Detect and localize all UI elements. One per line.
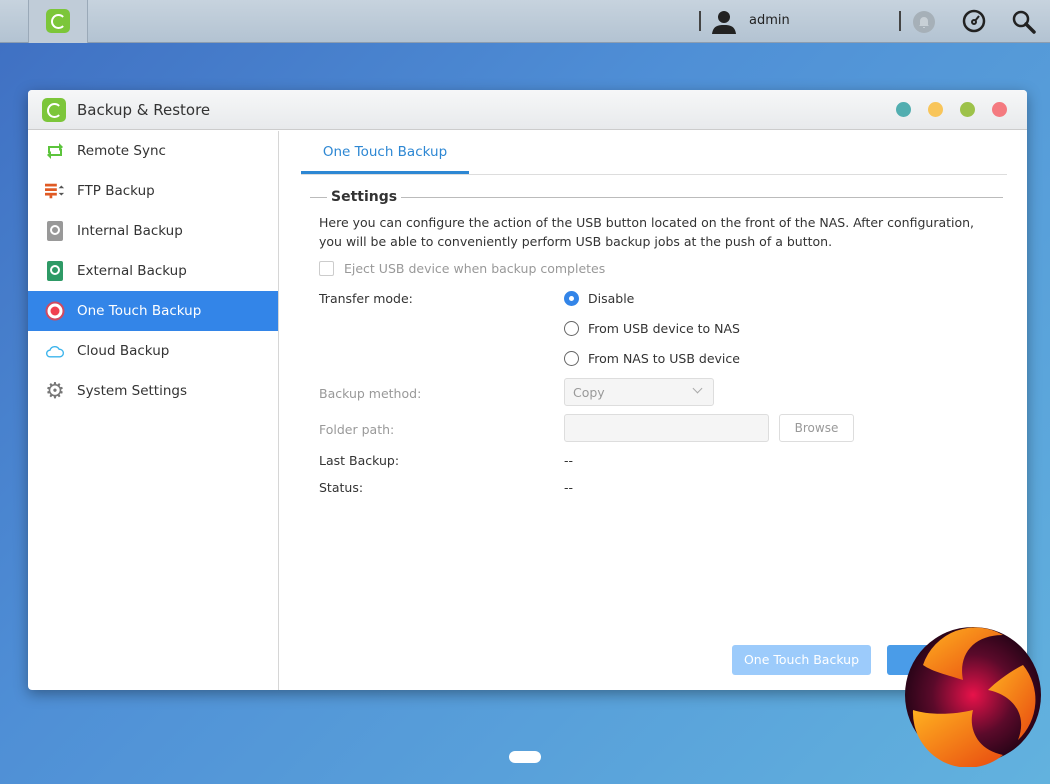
search-icon[interactable] xyxy=(1011,9,1037,35)
browse-button[interactable]: Browse xyxy=(779,414,854,442)
sidebar-item-label: Internal Backup xyxy=(77,223,183,239)
radio-label: From USB device to NAS xyxy=(588,321,740,336)
section-title: Settings xyxy=(327,189,402,205)
backup-method-select[interactable]: Copy xyxy=(564,378,714,406)
radio-label: Disable xyxy=(588,291,635,306)
divider xyxy=(699,11,701,31)
last-backup-label: Last Backup: xyxy=(319,453,400,468)
minimize-button[interactable] xyxy=(896,102,911,117)
folder-path-label: Folder path: xyxy=(319,422,395,437)
transfer-mode-label: Transfer mode: xyxy=(319,291,413,306)
backup-method-label: Backup method: xyxy=(319,386,422,401)
dashboard-icon[interactable] xyxy=(962,9,986,33)
checkbox-label: Eject USB device when backup completes xyxy=(344,261,606,276)
chevron-down-icon xyxy=(692,383,703,394)
radio-button[interactable] xyxy=(564,291,579,306)
last-backup-value: -- xyxy=(564,453,574,468)
window-title: Backup & Restore xyxy=(77,101,211,119)
app-icon xyxy=(46,9,70,33)
main-panel: One Touch Backup Settings Here you can c… xyxy=(280,131,1027,690)
app-icon xyxy=(42,98,66,122)
gear-icon: ⚙ xyxy=(45,378,65,404)
maximize-button[interactable] xyxy=(928,102,943,117)
select-value: Copy xyxy=(573,385,605,400)
sidebar-item-cloud-backup[interactable]: Cloud Backup xyxy=(28,331,278,371)
one-touch-backup-button[interactable]: One Touch Backup xyxy=(732,645,871,675)
bell-icon[interactable] xyxy=(912,10,936,34)
settings-description: Here you can configure the action of the… xyxy=(319,215,975,249)
radio-button[interactable] xyxy=(564,351,579,366)
eject-usb-checkbox[interactable]: Eject USB device when backup completes xyxy=(319,261,605,276)
internal-disk-icon xyxy=(45,221,65,241)
watermark-logo xyxy=(905,627,1041,767)
folder-path-input[interactable] xyxy=(564,414,769,442)
status-label: Status: xyxy=(319,480,364,495)
top-taskbar: admin xyxy=(0,0,1050,43)
sidebar-item-label: FTP Backup xyxy=(77,183,155,199)
sidebar-item-label: System Settings xyxy=(77,383,188,399)
sidebar-item-label: External Backup xyxy=(77,263,187,279)
sync-icon xyxy=(45,141,65,161)
checkbox-box[interactable] xyxy=(319,261,334,276)
taskbar-app-backup-restore[interactable] xyxy=(28,0,88,43)
sidebar-item-external-backup[interactable]: External Backup xyxy=(28,251,278,291)
divider xyxy=(899,11,901,31)
sidebar-item-system-settings[interactable]: ⚙ System Settings xyxy=(28,371,278,411)
sidebar: Remote Sync FTP Backup Internal Backup E… xyxy=(28,131,279,690)
status-value: -- xyxy=(564,480,574,495)
tab-one-touch-backup[interactable]: One Touch Backup xyxy=(301,131,469,174)
sidebar-item-label: Remote Sync xyxy=(77,143,166,159)
window-titlebar[interactable]: Backup & Restore xyxy=(28,90,1027,130)
radio-nas-to-usb[interactable]: From NAS to USB device xyxy=(564,351,740,366)
sidebar-item-ftp-backup[interactable]: FTP Backup xyxy=(28,171,278,211)
radio-label: From NAS to USB device xyxy=(588,351,740,366)
radio-button[interactable] xyxy=(564,321,579,336)
sidebar-item-one-touch-backup[interactable]: One Touch Backup xyxy=(28,291,278,331)
radio-usb-to-nas[interactable]: From USB device to NAS xyxy=(564,321,740,336)
radio-disable[interactable]: Disable xyxy=(564,291,634,306)
settings-section-header: Settings xyxy=(310,189,1003,205)
external-disk-icon xyxy=(45,261,65,281)
ftp-icon xyxy=(45,181,65,201)
backup-restore-window: Backup & Restore Remote Sync FTP Backup … xyxy=(28,90,1027,690)
restore-button[interactable] xyxy=(960,102,975,117)
sidebar-item-remote-sync[interactable]: Remote Sync xyxy=(28,131,278,171)
tab-divider xyxy=(301,174,1007,175)
sidebar-item-label: Cloud Backup xyxy=(77,343,170,359)
sidebar-item-internal-backup[interactable]: Internal Backup xyxy=(28,211,278,251)
user-icon[interactable] xyxy=(711,9,737,35)
cloud-icon xyxy=(45,341,65,361)
username-label[interactable]: admin xyxy=(749,13,790,28)
dock-handle[interactable] xyxy=(509,751,541,763)
close-button[interactable] xyxy=(992,102,1007,117)
sidebar-item-label: One Touch Backup xyxy=(77,303,202,319)
record-icon xyxy=(45,301,65,321)
